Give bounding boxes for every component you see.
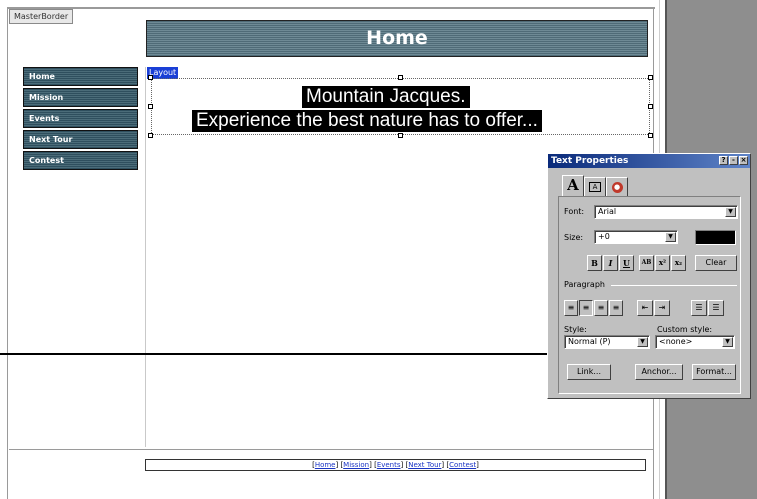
custom-style-select-value: <none> [659, 337, 693, 346]
bold-button[interactable]: B [587, 255, 602, 271]
style-select[interactable]: Normal (P) ▼ [564, 335, 650, 349]
tab-text-properties[interactable]: A [562, 175, 584, 196]
resize-handle-tc[interactable] [398, 75, 403, 80]
nav-button-contest[interactable]: Contest [23, 151, 138, 170]
text-box-icon: A [589, 182, 601, 192]
size-label: Size: [564, 233, 584, 242]
resize-handle-bl[interactable] [148, 133, 153, 138]
footer-link-bar: [Home] [Mission] [Events] [Next Tour] [C… [145, 459, 646, 471]
palette-title-bar[interactable]: Text Properties ? - × [548, 154, 750, 168]
nav-button-events[interactable]: Events [23, 109, 138, 128]
nav-button-home[interactable]: Home [23, 67, 138, 86]
align-center-icon[interactable]: ≡ [579, 300, 593, 316]
nav-column-divider [145, 67, 146, 447]
tab-cell-properties[interactable]: A [584, 177, 606, 196]
nav-button-next-tour[interactable]: Next Tour [23, 130, 138, 149]
text-color-swatch[interactable] [695, 230, 736, 245]
resize-handle-mr[interactable] [648, 104, 653, 109]
nav-button-mission[interactable]: Mission [23, 88, 138, 107]
superscript-button[interactable]: x² [655, 255, 670, 271]
footer-link-mission[interactable]: Mission [343, 461, 369, 469]
resize-handle-bc[interactable] [398, 133, 403, 138]
align-justify-icon[interactable]: ≡ [609, 300, 623, 316]
resize-handle-br[interactable] [648, 133, 653, 138]
size-select[interactable]: +0 ▼ [594, 230, 678, 244]
custom-style-label: Custom style: [657, 325, 713, 334]
link-button[interactable]: Link... [567, 364, 611, 380]
numbered-list-icon[interactable]: ☰ [691, 300, 707, 316]
custom-style-select[interactable]: <none> ▼ [655, 335, 735, 349]
style-label: Style: [564, 325, 587, 334]
help-icon[interactable]: ? [719, 156, 728, 165]
resize-handle-ml[interactable] [148, 104, 153, 109]
chevron-down-icon[interactable]: ▼ [725, 207, 736, 217]
font-select[interactable]: Arial ▼ [594, 205, 738, 219]
anchor-button[interactable]: Anchor... [635, 364, 683, 380]
master-border-tag[interactable]: MasterBorder [9, 9, 74, 24]
resize-handle-tl[interactable] [148, 75, 153, 80]
footer-divider [9, 449, 654, 450]
action-circle-icon: ● [611, 182, 623, 193]
callout-line [0, 353, 561, 355]
frame-top-border [7, 7, 655, 9]
text-properties-palette: Text Properties ? - × A A ● Font: Arial … [547, 153, 751, 399]
subscript-button[interactable]: x₂ [671, 255, 686, 271]
paragraph-separator [611, 285, 737, 286]
indent-icon[interactable]: ⇥ [654, 300, 670, 316]
font-select-value: Arial [598, 207, 617, 216]
close-icon[interactable]: × [739, 156, 748, 165]
bulleted-list-icon[interactable]: ☰ [708, 300, 724, 316]
style-select-value: Normal (P) [568, 337, 611, 346]
nav-bar: Home Mission Events Next Tour Contest [23, 67, 138, 172]
footer-link-contest[interactable]: Contest [449, 461, 476, 469]
page-title-banner[interactable]: Home [146, 20, 648, 57]
font-label: Font: [564, 207, 585, 216]
chevron-down-icon[interactable]: ▼ [637, 337, 648, 347]
footer-link-events[interactable]: Events [377, 461, 401, 469]
size-select-value: +0 [598, 232, 610, 241]
italic-button[interactable]: I [603, 255, 618, 271]
outdent-icon[interactable]: ⇤ [637, 300, 653, 316]
paragraph-label: Paragraph [564, 280, 605, 289]
clear-button[interactable]: Clear [695, 255, 737, 271]
align-left-icon[interactable]: ≡ [564, 300, 578, 316]
align-right-icon[interactable]: ≡ [594, 300, 608, 316]
tab-actions[interactable]: ● [606, 177, 628, 196]
footer-link-next-tour[interactable]: Next Tour [408, 461, 441, 469]
palette-window-controls: ? - × [719, 156, 748, 165]
underline-button[interactable]: U [619, 255, 634, 271]
text-a-icon: A [567, 176, 579, 194]
hero-tagline[interactable]: Experience the best nature has to offer.… [192, 110, 542, 132]
hero-heading[interactable]: Mountain Jacques. [302, 86, 470, 108]
footer-link-home[interactable]: Home [315, 461, 336, 469]
palette-tabs: A A ● [562, 175, 628, 196]
minimize-icon[interactable]: - [729, 156, 738, 165]
chevron-down-icon[interactable]: ▼ [722, 337, 733, 347]
resize-handle-tr[interactable] [648, 75, 653, 80]
strikethrough-button[interactable]: AB [639, 255, 654, 271]
frame-left-border [7, 7, 8, 499]
palette-content: Font: Arial ▼ Size: +0 ▼ B I U AB x² x₂ … [558, 196, 741, 394]
format-button[interactable]: Format... [692, 364, 736, 380]
palette-title: Text Properties [551, 156, 629, 166]
chevron-down-icon[interactable]: ▼ [665, 232, 676, 242]
